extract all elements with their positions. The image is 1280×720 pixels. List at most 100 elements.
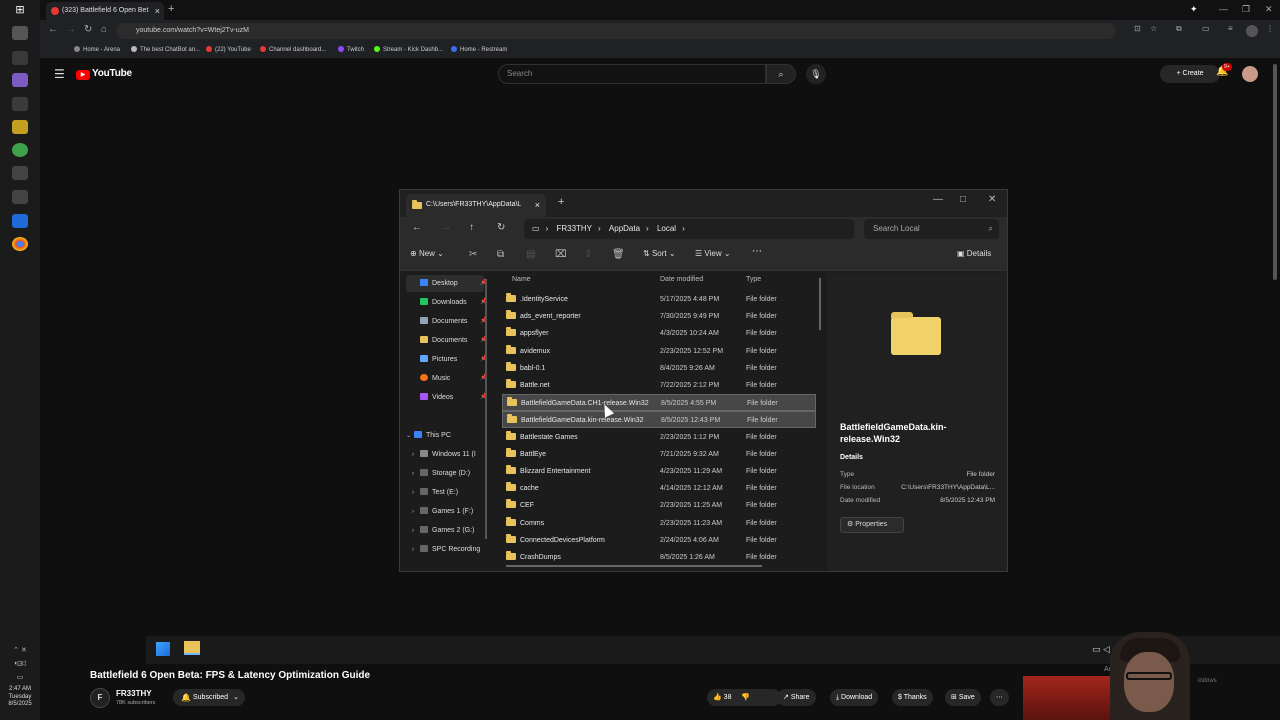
browser-tab[interactable]: (323) Battlefield 6 Open Bet × [46, 2, 164, 20]
bookmark-item[interactable]: (22) YouTube [206, 46, 251, 53]
menu-icon[interactable]: ≡ [1228, 24, 1233, 33]
new-button[interactable]: ⊕ New ⌄ [410, 249, 444, 258]
file-row[interactable]: appsflyer 4/3/2025 10:24 AM File folder [502, 325, 816, 342]
nav-item-desktop[interactable]: Desktop 📌 [406, 275, 487, 292]
extensions-icon[interactable]: ⧉ [1176, 24, 1182, 34]
app-icon[interactable] [12, 26, 28, 40]
channel-name[interactable]: FR33THY [116, 689, 152, 698]
app-icon[interactable] [12, 166, 28, 180]
sort-button[interactable]: ⇅ Sort ⌄ [643, 249, 676, 258]
tray-icons[interactable]: ⌃ ✕ ⊡ [12, 644, 28, 668]
maximize-icon[interactable]: □ [960, 194, 966, 205]
file-row[interactable]: Blizzard Entertainment 4/23/2025 11:29 AM… [502, 463, 816, 480]
more-options-icon[interactable]: ⋯ [752, 246, 762, 257]
nav-scrollbar[interactable] [485, 279, 487, 539]
hamburger-menu-icon[interactable]: ☰ [54, 67, 65, 81]
channel-avatar[interactable]: F [90, 688, 110, 708]
nav-item-pictures[interactable]: Pictures 📌 [406, 351, 487, 368]
horizontal-scrollbar[interactable] [506, 565, 762, 567]
copy-icon[interactable]: ⧉ [497, 249, 504, 260]
cut-icon[interactable]: ✂ [469, 249, 477, 260]
paste-icon[interactable]: ▤ [526, 249, 535, 260]
breadcrumb[interactable]: ▭ › FR33THY › AppData › Local › [524, 219, 854, 239]
nav-item-drive[interactable]: › SPC Recording [412, 541, 486, 558]
explorer-tab[interactable]: C:\Users\FR33THY\AppData\L × [406, 194, 546, 217]
nav-item-downloads[interactable]: Downloads 📌 [406, 294, 487, 311]
app-icon[interactable] [12, 190, 28, 204]
minimize-icon[interactable]: — [933, 194, 943, 205]
user-avatar[interactable] [1242, 66, 1258, 82]
file-row[interactable]: BattlEye 7/21/2025 9:32 AM File folder [502, 446, 816, 463]
youtube-logo[interactable]: YouTube [76, 68, 132, 80]
search-icon[interactable]: ⌕ [766, 64, 796, 84]
thanks-button[interactable]: $ Thanks [892, 689, 933, 706]
nav-item-drive[interactable]: › Test (E:) [412, 484, 486, 501]
close-tab-icon[interactable]: × [155, 2, 160, 20]
download-button[interactable]: ⤓ Download [830, 689, 879, 706]
back-icon[interactable]: ← [48, 24, 58, 35]
subscribed-button[interactable]: 🔔 Subscribed ⌄ [173, 689, 245, 706]
file-list-scrollbar[interactable] [819, 278, 821, 330]
like-dislike-button[interactable]: 👍 38 👎 [707, 689, 781, 706]
file-row[interactable]: BattlefieldGameData.CH1-release.Win32 8/5… [502, 394, 816, 412]
file-row[interactable]: babl-0.1 8/4/2025 9:26 AM File folder [502, 360, 816, 377]
app-icon[interactable] [12, 97, 28, 111]
new-tab-icon[interactable]: + [558, 196, 564, 208]
back-icon[interactable]: ← [412, 222, 422, 233]
bookmark-item[interactable]: Home - Restream [451, 46, 507, 53]
nav-item-videos[interactable]: Videos 📌 [406, 389, 487, 406]
forward-icon[interactable]: → [66, 24, 76, 35]
url-input[interactable]: youtube.com/watch?v=Wtej2Tv-uzM [116, 23, 1116, 39]
bookmark-item[interactable]: Home - Arena [74, 46, 120, 53]
file-row[interactable]: Battle.net 7/22/2025 2:12 PM File folder [502, 377, 816, 394]
close-window-icon[interactable]: ✕ [988, 194, 996, 205]
up-icon[interactable]: ↑ [469, 222, 474, 233]
maximize-icon[interactable]: ❐ [1242, 4, 1250, 15]
rename-icon[interactable]: ⌧ [555, 249, 567, 260]
youtube-search-input[interactable]: Search [498, 64, 766, 84]
sidebar-icon[interactable]: ▭ [1202, 24, 1210, 33]
chrome-icon[interactable] [12, 237, 28, 251]
microphone-icon[interactable]: 🎙 [806, 64, 826, 84]
delete-icon[interactable]: 🗑 [612, 249, 625, 260]
app-icon[interactable] [12, 143, 28, 157]
breadcrumb-item[interactable]: AppData [609, 224, 640, 233]
app-icon[interactable] [12, 120, 28, 134]
bookmark-item[interactable]: The best ChatBot an... [131, 46, 200, 53]
explorer-search-input[interactable]: Search Local ⌕ [864, 219, 999, 239]
nav-item-music[interactable]: Music 📌 [406, 370, 487, 387]
column-header-name[interactable]: Name [512, 276, 531, 283]
file-row[interactable]: ads_event_reporter 7/30/2025 9:49 PM File … [502, 308, 816, 325]
page-scrollbar[interactable] [1273, 64, 1277, 280]
new-tab-icon[interactable]: + [168, 3, 174, 15]
nav-item-drive[interactable]: › Games 2 (G:) [412, 522, 486, 539]
save-button[interactable]: ⊞ Save [945, 689, 981, 706]
cast-icon[interactable]: ⊡ [1134, 24, 1141, 33]
file-row[interactable]: CrashDumps 8/5/2025 1:26 AM File folder [502, 549, 816, 566]
file-row[interactable]: .IdentityService 5/17/2025 4:48 PM File fo… [502, 291, 816, 308]
properties-button[interactable]: ⚙ Properties [840, 517, 904, 533]
home-icon[interactable]: ⌂ [101, 24, 107, 35]
more-icon[interactable]: ⋮ [1266, 24, 1274, 33]
bookmark-star-icon[interactable]: ☆ [1150, 24, 1157, 33]
nav-item-drive[interactable]: › Windows 11 (I [412, 446, 486, 463]
share-icon[interactable]: ⇪ [584, 249, 592, 260]
column-header-date[interactable]: Date modified [660, 276, 703, 283]
breadcrumb-item[interactable]: Local [657, 224, 676, 233]
view-button[interactable]: ☰ View ⌄ [695, 249, 731, 258]
details-button[interactable]: ▣ Details [957, 249, 991, 258]
nav-item-drive[interactable]: › Storage (D:) [412, 465, 486, 482]
refresh-icon[interactable]: ↻ [497, 222, 505, 233]
file-row[interactable]: CEF 2/23/2025 11:25 AM File folder [502, 497, 816, 514]
file-row[interactable]: cache 4/14/2025 12:12 AM File folder [502, 480, 816, 497]
reload-icon[interactable]: ↻ [84, 24, 92, 35]
volume-icon[interactable]: ◐ ◁ ▭ [12, 657, 28, 681]
extension-icon[interactable]: ✦ [1190, 4, 1198, 15]
file-row[interactable]: ConnectedDevicesPlatform 2/24/2025 4:06 A… [502, 532, 816, 549]
nav-item-documents[interactable]: Documents 📌 [406, 332, 487, 349]
column-header-type[interactable]: Type [746, 276, 761, 283]
share-button[interactable]: ↗ Share [777, 689, 816, 706]
close-tab-icon[interactable]: × [535, 194, 540, 216]
system-clock[interactable]: 2:47 AM Tuesday 8/5/2025 [0, 686, 40, 709]
nav-item-drive[interactable]: › Games 1 (F:) [412, 503, 486, 520]
